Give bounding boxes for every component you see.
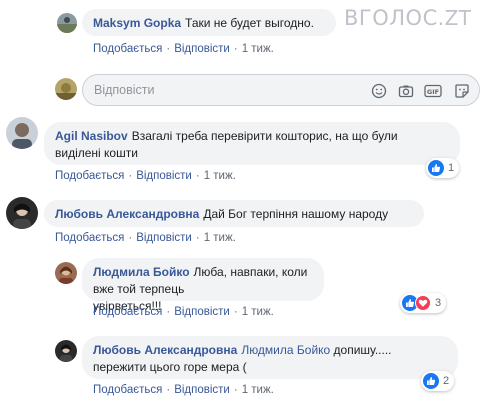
comment-author[interactable]: Maksym Gopka — [93, 16, 181, 30]
reply-link[interactable]: Відповісти — [174, 384, 230, 396]
comment-actions: Подобається · Відповісти · 1 тиж. — [55, 170, 236, 182]
comment-actions: Подобається · Відповісти · 1 тиж. — [93, 43, 274, 55]
reply-link[interactable]: Відповісти — [136, 232, 192, 244]
site-watermark: ВГОЛОС.ZT — [344, 6, 472, 30]
love-icon — [415, 295, 431, 311]
reply-actions: Подобається · Відповісти · 1 тиж. — [93, 384, 274, 396]
gif-icon[interactable]: GIF — [424, 82, 442, 100]
comment-time[interactable]: 1 тиж. — [204, 170, 236, 182]
reply-author[interactable]: Любовь Александровна — [93, 343, 237, 357]
reply-text-line1: допишу..... — [333, 343, 392, 357]
reaction-count: 2 — [443, 375, 450, 387]
like-link[interactable]: Подобається — [55, 170, 124, 182]
comment-text: Дай Бог терпіння нашому народу — [203, 207, 389, 221]
comment-bubble: Maksym Gopka Таки не будет выгодно. — [82, 9, 336, 36]
reply-bubble: Людмила Бойко Люба, навпаки, коли вже той… — [82, 258, 324, 313]
comment-bubble: Любовь Александровна Дай Бог терпіння наш… — [44, 200, 424, 227]
emoji-icon[interactable] — [370, 82, 388, 100]
camera-icon[interactable] — [397, 82, 415, 100]
reply-input[interactable]: Відповісти GIF — [82, 74, 480, 106]
mention-link[interactable]: Людмила Бойко — [241, 343, 330, 357]
comment-text: Таки не будет выгодно. — [185, 16, 314, 30]
comment-text-line1: Взагалі треба перевірити кошторис, на що… — [131, 129, 398, 143]
watermark-suffix: .ZT — [437, 6, 472, 30]
reply-actions: Подобається · Відповісти · 1 тиж. — [93, 306, 274, 318]
reply-time[interactable]: 1 тиж. — [242, 384, 274, 396]
like-link[interactable]: Подобається — [55, 232, 124, 244]
reaction-count: 3 — [435, 297, 442, 309]
reply-time[interactable]: 1 тиж. — [242, 306, 274, 318]
reaction-summary[interactable]: 3 — [400, 293, 447, 313]
reply-link[interactable]: Відповісти — [174, 43, 230, 55]
reply-link[interactable]: Відповісти — [136, 170, 192, 182]
reply-bubble: Любовь Александровна Людмила Бойко допишу… — [82, 336, 458, 379]
avatar[interactable] — [6, 197, 38, 229]
comment-author[interactable]: Agil Nasibov — [55, 129, 128, 143]
avatar[interactable] — [57, 13, 77, 33]
reply-author[interactable]: Людмила Бойко — [93, 265, 190, 279]
svg-text:GIF: GIF — [427, 88, 439, 96]
avatar[interactable] — [55, 340, 77, 362]
comment-time[interactable]: 1 тиж. — [204, 232, 236, 244]
watermark-text: ВГОЛОС — [344, 6, 438, 30]
avatar[interactable] — [55, 262, 77, 284]
reply-link[interactable]: Відповісти — [174, 306, 230, 318]
like-link[interactable]: Подобається — [93, 43, 162, 55]
like-link[interactable]: Подобається — [93, 384, 162, 396]
reaction-summary[interactable]: 1 — [426, 158, 460, 178]
reply-text-line2: пережити цього горе мера ( — [93, 360, 247, 374]
sticker-icon[interactable] — [453, 82, 471, 100]
like-icon — [428, 160, 444, 176]
comment-text-line2: виділені кошти — [55, 146, 138, 160]
comment-actions: Подобається · Відповісти · 1 тиж. — [55, 232, 236, 244]
reply-placeholder: Відповісти — [94, 83, 155, 97]
like-link[interactable]: Подобається — [93, 306, 162, 318]
comment-author[interactable]: Любовь Александровна — [55, 207, 199, 221]
avatar[interactable] — [6, 117, 38, 149]
comment-bubble: Agil Nasibov Взагалі треба перевірити кош… — [44, 122, 460, 165]
reaction-summary[interactable]: 2 — [421, 371, 455, 391]
reaction-count: 1 — [448, 162, 455, 174]
current-user-avatar — [55, 78, 77, 100]
like-icon — [423, 373, 439, 389]
comment-time[interactable]: 1 тиж. — [242, 43, 274, 55]
